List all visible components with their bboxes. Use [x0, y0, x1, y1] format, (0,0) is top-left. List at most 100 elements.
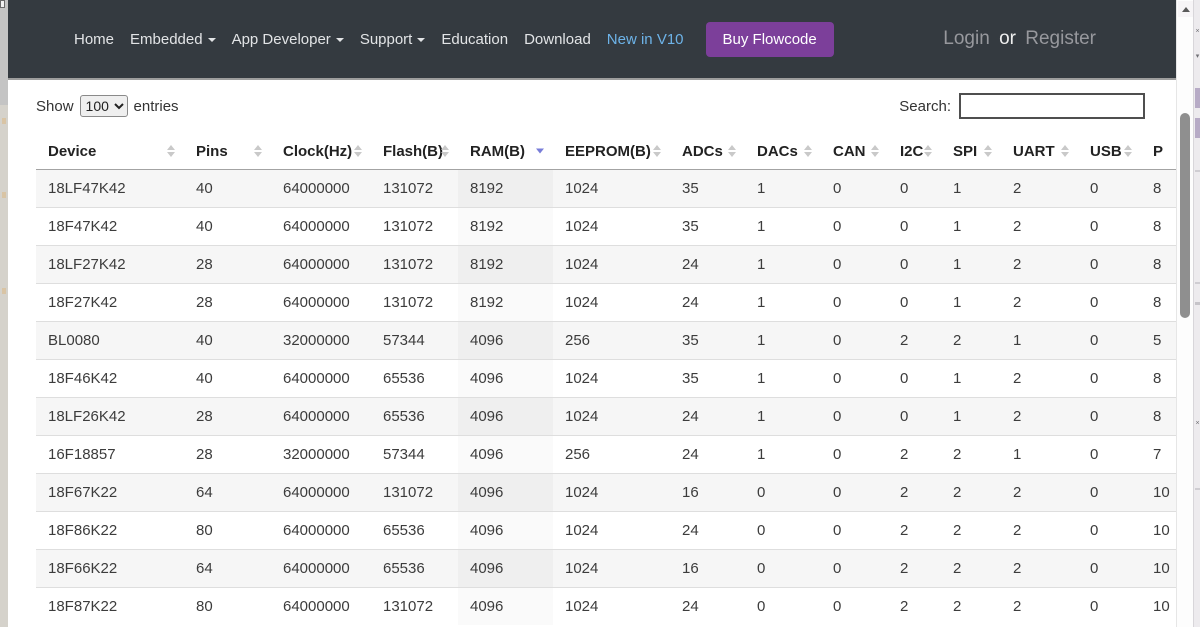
- table-cell: 64000000: [271, 246, 371, 284]
- background-window-edge: × ▾ ×: [1193, 0, 1200, 627]
- table-cell: 65536: [371, 398, 458, 436]
- table-cell: 8192: [458, 284, 553, 322]
- table-cell: 18F66K22: [36, 550, 184, 588]
- table-cell: 28: [184, 436, 271, 474]
- table-cell: 0: [821, 512, 888, 550]
- table-cell: 35: [670, 208, 745, 246]
- table-cell: 1024: [553, 208, 670, 246]
- column-header[interactable]: SPI: [941, 133, 1001, 170]
- page: HomeEmbeddedApp DeveloperSupportEducatio…: [8, 0, 1176, 627]
- table-cell: 2: [1001, 512, 1078, 550]
- table-cell: 24: [670, 588, 745, 626]
- nav-link[interactable]: App Developer: [224, 23, 352, 56]
- table-controls: Show 100 entries Search:: [8, 91, 1176, 121]
- column-header[interactable]: USB: [1078, 133, 1141, 170]
- table-cell: 18F27K42: [36, 284, 184, 322]
- column-header[interactable]: Clock(Hz): [271, 133, 371, 170]
- column-header[interactable]: Flash(B): [371, 133, 458, 170]
- table-cell: 8: [1141, 360, 1176, 398]
- page-size-select[interactable]: 100: [80, 95, 128, 117]
- table-cell: 80: [184, 588, 271, 626]
- table-cell: 2: [1001, 170, 1078, 208]
- nav-item: Download: [516, 23, 599, 56]
- table-cell: 4096: [458, 322, 553, 360]
- column-header[interactable]: I2C: [888, 133, 941, 170]
- table-cell: 24: [670, 398, 745, 436]
- column-header-label: I2C: [900, 143, 923, 160]
- column-header[interactable]: EEPROM(B): [553, 133, 670, 170]
- vertical-scrollbar[interactable]: [1176, 0, 1193, 627]
- table-cell: 131072: [371, 170, 458, 208]
- left-edge-speck: [2, 192, 6, 198]
- table-cell: 1024: [553, 246, 670, 284]
- nav-link[interactable]: Embedded: [122, 23, 224, 56]
- table-cell: 0: [821, 322, 888, 360]
- column-header[interactable]: Device: [36, 133, 184, 170]
- table-cell: 24: [670, 246, 745, 284]
- table-cell: 8192: [458, 246, 553, 284]
- table-cell: 18F67K22: [36, 474, 184, 512]
- column-header-label: RAM(B): [470, 143, 525, 160]
- register-link[interactable]: Register: [1025, 28, 1096, 49]
- column-header[interactable]: ADCs: [670, 133, 745, 170]
- nav-link[interactable]: Education: [433, 23, 516, 56]
- table-cell: 64000000: [271, 398, 371, 436]
- table-cell: 2: [888, 322, 941, 360]
- table-cell: 0: [821, 588, 888, 626]
- table-cell: 0: [821, 170, 888, 208]
- table-cell: 0: [745, 512, 821, 550]
- nav-link[interactable]: New in V10: [599, 23, 692, 56]
- table-cell: 16: [670, 550, 745, 588]
- table-cell: 4096: [458, 588, 553, 626]
- sort-arrows-icon: [924, 145, 932, 157]
- table-cell: 65536: [371, 512, 458, 550]
- table-cell: 2: [888, 512, 941, 550]
- table-cell: 32000000: [271, 436, 371, 474]
- column-header[interactable]: DACs: [745, 133, 821, 170]
- table-cell: 1024: [553, 550, 670, 588]
- login-link[interactable]: Login: [943, 28, 990, 49]
- table-cell: 35: [670, 170, 745, 208]
- table-cell: 1: [745, 246, 821, 284]
- sort-arrows-icon: [871, 145, 879, 157]
- table-cell: 0: [1078, 322, 1141, 360]
- table-cell: 65536: [371, 550, 458, 588]
- column-header[interactable]: P: [1141, 133, 1176, 170]
- edge-fragment: [1195, 488, 1200, 490]
- table-cell: 2: [888, 474, 941, 512]
- scrollbar-thumb[interactable]: [1180, 113, 1190, 318]
- column-header-label: CAN: [833, 143, 866, 160]
- search-input[interactable]: [959, 93, 1145, 119]
- column-header[interactable]: CAN: [821, 133, 888, 170]
- table-cell: 64000000: [271, 284, 371, 322]
- scroll-up-button[interactable]: [1178, 1, 1193, 17]
- table-cell: 131072: [371, 284, 458, 322]
- table-cell: 24: [670, 284, 745, 322]
- buy-flowcode-button[interactable]: Buy Flowcode: [706, 22, 834, 57]
- nav-link[interactable]: Download: [516, 23, 599, 56]
- nav-item: Embedded: [122, 23, 224, 56]
- column-header[interactable]: RAM(B): [458, 133, 553, 170]
- nav-link[interactable]: Home: [66, 23, 122, 56]
- table-cell: 24: [670, 436, 745, 474]
- table-row: 18F66K2264640000006553640961024160022201…: [36, 550, 1176, 588]
- table-cell: 4096: [458, 436, 553, 474]
- table-cell: 40: [184, 170, 271, 208]
- auth-or-text: or: [995, 28, 1020, 49]
- table-cell: 0: [888, 284, 941, 322]
- table-cell: 0: [821, 360, 888, 398]
- nav-link[interactable]: Support: [352, 23, 434, 56]
- table-cell: 1024: [553, 588, 670, 626]
- table-cell: 0: [1078, 474, 1141, 512]
- table-cell: 4096: [458, 474, 553, 512]
- table-cell: 1024: [553, 512, 670, 550]
- navbar: HomeEmbeddedApp DeveloperSupportEducatio…: [8, 0, 1176, 80]
- column-header[interactable]: UART: [1001, 133, 1078, 170]
- table-cell: 18F86K22: [36, 512, 184, 550]
- table-row: 18LF26K422864000000655364096102424100120…: [36, 398, 1176, 436]
- nav-item: New in V10: [599, 23, 692, 56]
- table-cell: 0: [1078, 588, 1141, 626]
- table-cell: 0: [821, 436, 888, 474]
- column-header-label: ADCs: [682, 143, 723, 160]
- column-header[interactable]: Pins: [184, 133, 271, 170]
